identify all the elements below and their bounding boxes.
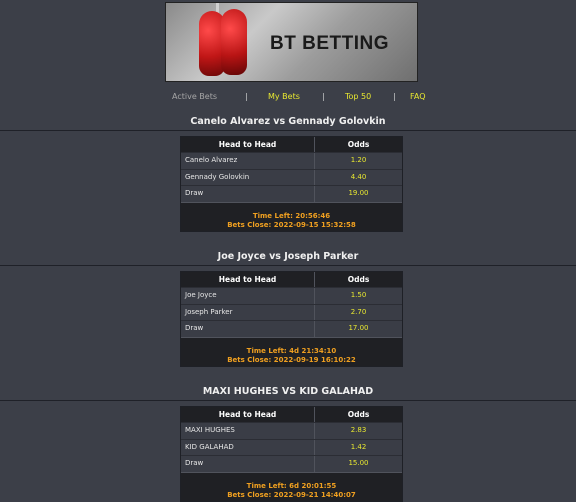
odds-value[interactable]: 1.42 bbox=[315, 440, 402, 456]
fighter-name: Draw bbox=[181, 186, 315, 202]
head-to-head-header: Head to Head bbox=[181, 137, 315, 152]
nav-separator: | bbox=[393, 92, 396, 101]
odds-value[interactable]: 4.40 bbox=[315, 170, 402, 186]
odds-header: Odds bbox=[347, 275, 370, 284]
fighter-name: Draw bbox=[181, 321, 315, 337]
boxing-glove-icon bbox=[221, 9, 247, 75]
odds-header: Odds bbox=[347, 410, 370, 419]
odds-value[interactable]: 2.70 bbox=[315, 305, 402, 321]
odds-value[interactable]: 19.00 bbox=[315, 186, 402, 202]
table-row[interactable]: Draw 19.00 bbox=[181, 185, 402, 202]
fighter-name: Canelo Alvarez bbox=[181, 153, 315, 169]
odds-header: Odds bbox=[347, 140, 370, 149]
odds-table: Head to Head Odds Joe Joyce 1.50 Joseph … bbox=[180, 271, 403, 367]
fighter-name: Joseph Parker bbox=[181, 304, 315, 320]
match-title: Joe Joyce vs Joseph Parker bbox=[217, 251, 359, 262]
odds-value[interactable]: 17.00 bbox=[315, 321, 402, 337]
nav-active-bets[interactable]: Active Bets bbox=[172, 92, 217, 101]
bets-close: Bets Close: 2022-09-19 16:10:22 bbox=[227, 355, 356, 364]
bet-timer: Time Left: 4d 21:34:10 Bets Close: 2022-… bbox=[181, 336, 402, 366]
fighter-name: Gennady Golovkin bbox=[181, 169, 315, 185]
table-row[interactable]: Draw 15.00 bbox=[181, 455, 402, 472]
banner-title: BT BETTING bbox=[270, 33, 389, 54]
table-row[interactable]: Draw 17.00 bbox=[181, 320, 402, 337]
odds-value[interactable]: 15.00 bbox=[315, 456, 402, 472]
table-row[interactable]: KID GALAHAD 1.42 bbox=[181, 438, 402, 456]
nav-separator: | bbox=[322, 92, 325, 101]
bet-timer: Time Left: 6d 20:01:55 Bets Close: 2022-… bbox=[181, 471, 402, 501]
time-left: Time Left: 4d 21:34:10 bbox=[246, 346, 337, 355]
head-to-head-header: Head to Head bbox=[181, 407, 315, 422]
fighter-name: Draw bbox=[181, 456, 315, 472]
bt-betting-banner: BT BETTING bbox=[165, 2, 418, 82]
nav-top-50[interactable]: Top 50 bbox=[345, 92, 371, 101]
bet-timer: Time Left: 20:56:46 Bets Close: 2022-09-… bbox=[181, 201, 402, 231]
table-row[interactable]: Joseph Parker 2.70 bbox=[181, 303, 402, 321]
fighter-name: KID GALAHAD bbox=[181, 439, 315, 455]
table-row[interactable]: Gennady Golovkin 4.40 bbox=[181, 168, 402, 186]
nav-separator: | bbox=[245, 92, 248, 101]
odds-value[interactable]: 1.20 bbox=[315, 153, 402, 169]
time-left: Time Left: 6d 20:01:55 bbox=[246, 481, 337, 490]
odds-value[interactable]: 1.50 bbox=[315, 288, 402, 304]
main-nav: Active Bets | My Bets | Top 50 | FAQ bbox=[165, 92, 435, 104]
fighter-name: Joe Joyce bbox=[181, 288, 315, 304]
divider bbox=[0, 400, 576, 401]
bets-close: Bets Close: 2022-09-15 15:32:58 bbox=[227, 220, 356, 229]
divider bbox=[0, 130, 576, 131]
nav-faq[interactable]: FAQ bbox=[410, 92, 426, 101]
bets-close: Bets Close: 2022-09-21 14:40:07 bbox=[227, 490, 356, 499]
odds-table: Head to Head Odds Canelo Alvarez 1.20 Ge… bbox=[180, 136, 403, 232]
divider bbox=[0, 265, 576, 266]
odds-table-header: Head to Head Odds bbox=[181, 137, 402, 152]
time-left: Time Left: 20:56:46 bbox=[252, 211, 331, 220]
fighter-name: MAXI HUGHES bbox=[181, 423, 315, 439]
nav-my-bets[interactable]: My Bets bbox=[268, 92, 300, 101]
match-title: MAXI HUGHES VS KID GALAHAD bbox=[202, 386, 374, 397]
odds-table-header: Head to Head Odds bbox=[181, 272, 402, 287]
table-row[interactable]: MAXI HUGHES 2.83 bbox=[181, 422, 402, 439]
table-row[interactable]: Joe Joyce 1.50 bbox=[181, 287, 402, 304]
odds-table-header: Head to Head Odds bbox=[181, 407, 402, 422]
match-title: Canelo Alvarez vs Gennady Golovkin bbox=[190, 116, 386, 127]
table-row[interactable]: Canelo Alvarez 1.20 bbox=[181, 152, 402, 169]
head-to-head-header: Head to Head bbox=[181, 272, 315, 287]
odds-table: Head to Head Odds MAXI HUGHES 2.83 KID G… bbox=[180, 406, 403, 502]
odds-value[interactable]: 2.83 bbox=[315, 423, 402, 439]
